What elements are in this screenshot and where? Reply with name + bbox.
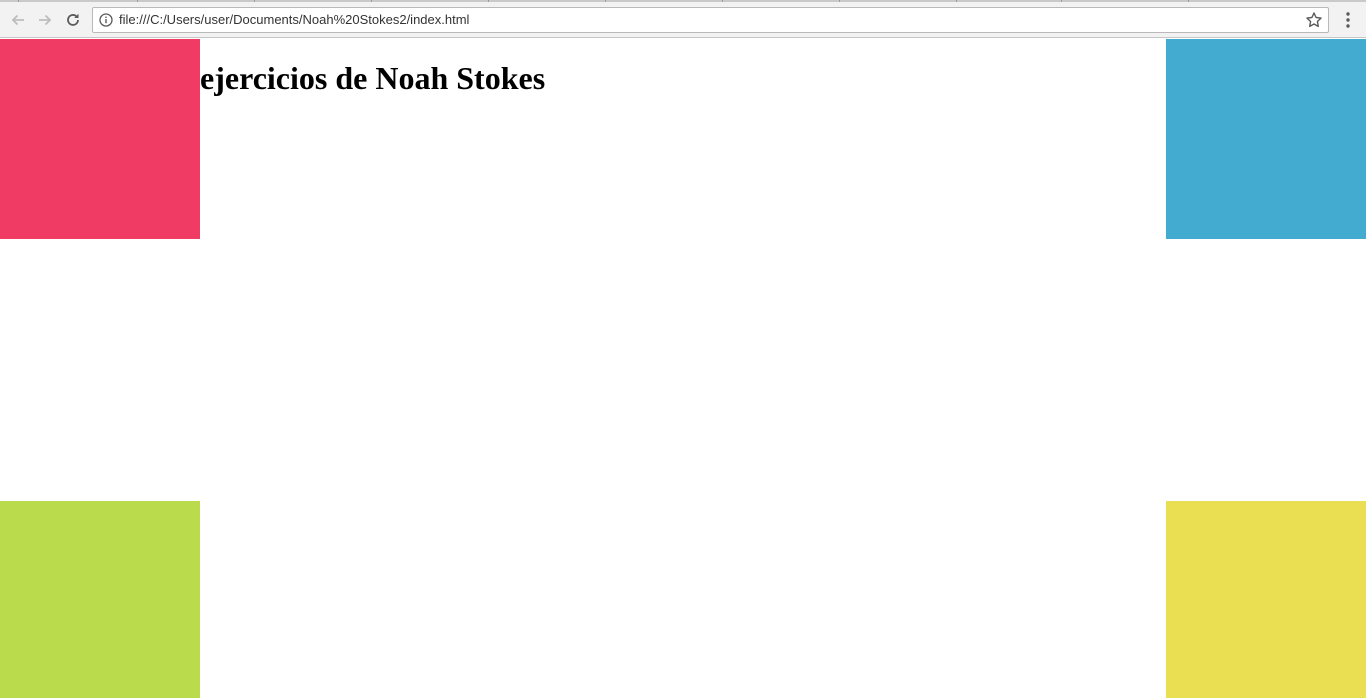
- star-icon[interactable]: [1305, 11, 1323, 29]
- blue-box: [1166, 39, 1366, 239]
- page-viewport: ejercicios de Noah Stokes: [0, 39, 1366, 698]
- page-title: ejercicios de Noah Stokes: [200, 60, 546, 96]
- back-button[interactable]: [6, 8, 30, 32]
- vertical-dots-icon: [1346, 12, 1350, 28]
- forward-button[interactable]: [33, 8, 57, 32]
- arrow-left-icon: [11, 14, 24, 26]
- url-text[interactable]: file:///C:/Users/user/Documents/Noah%20S…: [119, 13, 469, 27]
- browser-window: file:///C:/Users/user/Documents/Noah%20S…: [0, 0, 1366, 698]
- arrow-right-icon: [39, 14, 52, 26]
- address-bar[interactable]: file:///C:/Users/user/Documents/Noah%20S…: [92, 7, 1329, 33]
- yellow-box: [1166, 501, 1366, 698]
- browser-menu-button[interactable]: [1338, 10, 1358, 30]
- info-icon[interactable]: [99, 13, 113, 27]
- red-box: [0, 39, 200, 239]
- reload-button[interactable]: [61, 8, 85, 32]
- reload-icon: [67, 13, 79, 26]
- browser-toolbar: file:///C:/Users/user/Documents/Noah%20S…: [0, 2, 1366, 38]
- green-box: [0, 501, 200, 698]
